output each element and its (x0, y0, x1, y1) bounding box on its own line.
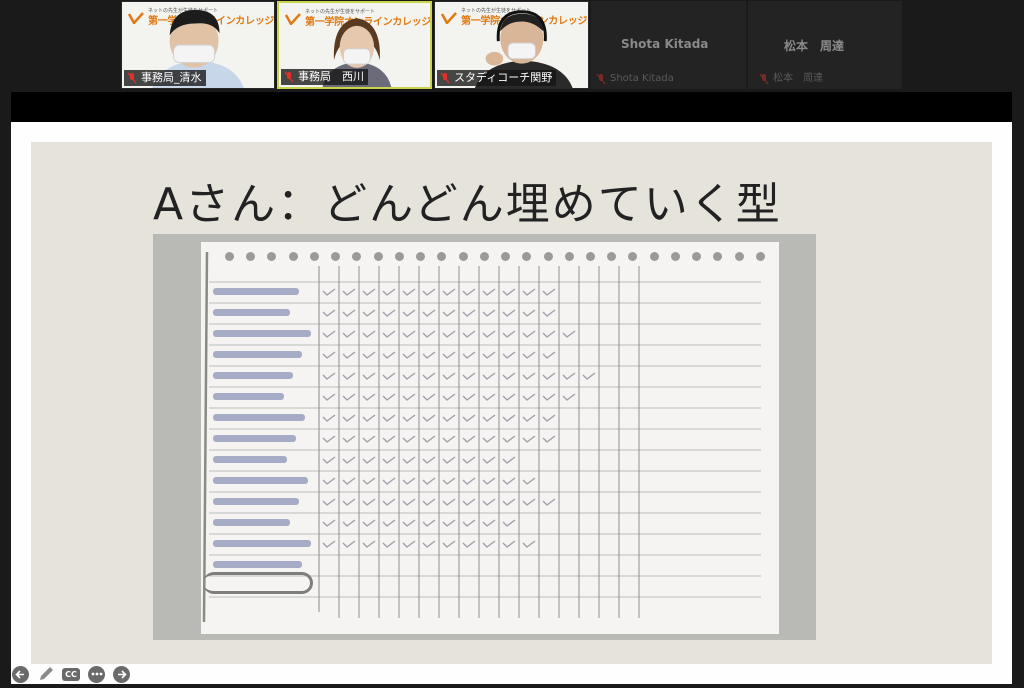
arrow-left-icon (15, 669, 24, 679)
next-slide-button[interactable] (113, 665, 130, 683)
captions-button[interactable]: CC (62, 667, 80, 681)
pen-icon (39, 667, 53, 680)
presentation-toolbar: CC (12, 664, 130, 684)
annotate-button[interactable] (37, 666, 54, 683)
participant-name-tag: 事務局 西川 (281, 69, 368, 85)
mic-muted-icon (127, 72, 137, 84)
shared-screen: Aさん：どんどん埋めていく型 (11, 122, 1012, 684)
participant-tile-nishikawa[interactable]: ネットの先生が生徒をサポート 第一学院オンラインカレッジ 事務局 西川 (277, 1, 432, 89)
mic-muted-icon (440, 72, 450, 84)
participant-tile-matsumoto[interactable]: 松本 周達 松本 周達 (748, 1, 902, 89)
participant-display-name: Shota Kitada (621, 37, 709, 51)
participant-tile-shimizu[interactable]: ネットの先生が生徒をサポート 第一学院オンラインカレッジ 事務局_清水 (121, 1, 275, 89)
participant-tile-sekino[interactable]: ネットの先生が生徒をサポート 第一学院オンラインカレッジ スタディコーチ関野 (434, 1, 589, 89)
mic-muted-icon (759, 73, 769, 85)
previous-slide-button[interactable] (12, 665, 29, 683)
participant-name-tag: Shota Kitada (593, 71, 678, 87)
arrow-right-icon (118, 669, 127, 679)
participant-tile-kitada[interactable]: Shota Kitada Shota Kitada (591, 1, 746, 89)
participant-name-tag: 事務局_清水 (124, 70, 206, 86)
worksheet-photo (153, 234, 816, 640)
mic-muted-icon (596, 73, 606, 85)
slide-title: Aさん：どんどん埋めていく型 (153, 179, 782, 230)
participant-name-tag: 松本 周達 (756, 71, 827, 87)
paper-clip (203, 572, 313, 594)
more-options-button[interactable] (88, 665, 105, 683)
participant-display-name: 松本 周達 (784, 39, 845, 53)
participant-strip: ネットの先生が生徒をサポート 第一学院オンラインカレッジ 事務局_清水 ネットの… (0, 0, 1024, 92)
notebook-page (201, 242, 779, 634)
share-header-bar (11, 92, 1012, 122)
more-icon (91, 672, 102, 676)
slide: Aさん：どんどん埋めていく型 (31, 142, 992, 664)
participant-name-tag: スタディコーチ関野 (437, 70, 557, 86)
mic-muted-icon (284, 71, 294, 83)
